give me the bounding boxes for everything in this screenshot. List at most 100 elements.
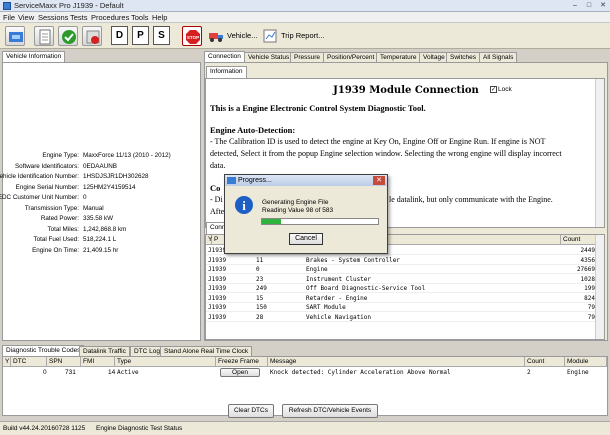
vehicle-field-value: Manual	[83, 204, 104, 212]
para2-fragment: - Di	[210, 195, 223, 204]
lock-label: Lock	[498, 86, 512, 94]
vehicle-button[interactable]: Vehicle...	[207, 27, 257, 45]
stop-button[interactable]: STOP	[182, 26, 202, 46]
module-row[interactable]: J1939 0 Engine 27669	[206, 265, 597, 274]
module-row[interactable]: J1939 11 Brakes - System Controller 4356	[206, 256, 597, 265]
module-row[interactable]: J1939 249 Off Board Diagnostic-Service Too…	[206, 284, 597, 293]
menu-file[interactable]: File	[3, 13, 15, 22]
progress-title-text: Progress...	[238, 177, 272, 184]
module-name: Retarder - Engine	[306, 294, 368, 302]
close-button[interactable]: ✕	[596, 1, 610, 10]
module-name: SART Module	[306, 304, 346, 311]
module-name: Brakes - System Controller	[306, 256, 400, 264]
module-name: Engine	[306, 266, 328, 273]
record-icon	[86, 30, 100, 44]
vehicle-field-row: Engine On Time: 21,409.15 hr	[3, 246, 198, 255]
clear-dtcs-button[interactable]: Clear DTCs	[228, 404, 274, 418]
cancel-button[interactable]: Cancel	[289, 233, 323, 245]
p-button[interactable]: P	[132, 26, 149, 45]
vehicle-field-value: 21,409.15 hr	[83, 246, 119, 254]
trip-report-icon	[263, 29, 277, 43]
trip-report-label: Trip Report...	[281, 31, 325, 40]
vehicle-field-label: Engine On Time:	[32, 246, 79, 254]
progress-bar	[261, 218, 379, 225]
svg-text:i: i	[242, 198, 246, 213]
vehicle-field-label: Software Identificators:	[14, 162, 79, 170]
progress-line1: Generating Engine File	[262, 199, 329, 206]
document-button[interactable]	[34, 26, 54, 46]
module-address: 150	[256, 304, 267, 311]
document-icon	[39, 29, 51, 45]
toolbar: D P S STOP Vehicle... Trip Report...	[0, 23, 610, 49]
progress-close-button[interactable]: ✕	[373, 176, 385, 185]
module-address: 11	[256, 256, 264, 264]
maximize-button[interactable]: □	[582, 1, 596, 10]
dtc-col-type[interactable]: Type	[115, 357, 216, 367]
menu-view[interactable]: View	[18, 13, 34, 22]
dtc-col-module[interactable]: Module	[565, 357, 607, 367]
module-name: Vehicle Navigation	[306, 313, 372, 321]
menu-tests[interactable]: Tests	[70, 13, 88, 22]
vehicle-field-row: Software Identificators: 0EDAAUNB	[3, 162, 198, 171]
info-scrollbar[interactable]	[595, 79, 604, 227]
progress-dialog: Progress... ✕ i Generating Engine File R…	[224, 174, 388, 254]
module-count: 824	[584, 294, 595, 302]
vehicle-field-row: Rated Power: 335.58 kW	[3, 214, 198, 223]
para1-line3: data.	[210, 161, 226, 170]
menu-procedures[interactable]: Procedures	[91, 13, 129, 22]
dtc-col-fmi[interactable]: FMI	[81, 357, 115, 367]
app-icon	[3, 2, 11, 10]
freeze-frame-open-button[interactable]: Open	[220, 368, 260, 377]
check-icon	[62, 30, 76, 44]
check-button[interactable]	[58, 26, 78, 46]
module-row[interactable]: J1939 150 SART Module 79	[206, 303, 597, 312]
module-name: Instrument Cluster	[306, 275, 372, 283]
refresh-dtc-button[interactable]: Refresh DTC/Vehicle Events	[282, 404, 378, 418]
module-row[interactable]: J1939 28 Vehicle Navigation 79	[206, 313, 597, 322]
module-table-scrollbar[interactable]	[595, 235, 604, 339]
module-protocol: J1939	[208, 304, 227, 311]
truck-icon	[209, 33, 223, 42]
test-status: Engine Diagnostic Test Status	[96, 425, 183, 432]
vehicle-field-value: 1HSDJSJR1DH302628	[83, 173, 149, 180]
menu-sessions[interactable]: Sessions	[38, 13, 68, 22]
col-header-count[interactable]: Count	[561, 235, 597, 245]
vehicle-field-label: Total Miles:	[47, 225, 80, 233]
module-row[interactable]: J1939 23 Instrument Cluster 1028	[206, 275, 597, 284]
module-row[interactable]: J1939 15 Retarder - Engine 824	[206, 294, 597, 303]
progress-bar-fill	[262, 219, 282, 224]
vehicle-field-value: 0EDAAUNB	[83, 162, 117, 170]
d-button[interactable]: D	[111, 26, 128, 45]
module-protocol: J1939	[208, 294, 227, 302]
vehicle-field-row: Total Fuel Used: 518,224.1 L	[3, 235, 198, 244]
trip-report-button[interactable]: Trip Report...	[261, 27, 324, 45]
para1-line1: - The Calibration ID is used to detect t…	[210, 137, 546, 146]
record-button[interactable]	[82, 26, 102, 46]
vehicle-info-panel: Engine Type: MaxxForce 11/13 (2010 - 2012…	[0, 62, 201, 341]
vehicle-field-row: Engine Serial Number: 125HM2Y4159514	[3, 183, 198, 192]
dtc-col-dtc[interactable]: DTC	[11, 357, 47, 367]
s-button[interactable]: S	[153, 26, 170, 45]
menu-help[interactable]: Help	[152, 13, 167, 22]
dtc-module: Engine	[567, 369, 589, 376]
dtc-count: 2	[527, 369, 531, 376]
vehicle-field-row: Total Miles: 1,242,868.8 km	[3, 225, 198, 234]
connect-button[interactable]	[5, 26, 25, 46]
dtc-col-freeze-frame[interactable]: Freeze Frame	[216, 357, 268, 367]
vehicle-field-row: Engine Type: MaxxForce 11/13 (2010 - 2012…	[3, 151, 198, 160]
module-protocol: J1939	[208, 266, 227, 273]
dtc-col-message[interactable]: Message	[268, 357, 525, 367]
dtc-col-y[interactable]: Y	[3, 357, 11, 367]
minimize-button[interactable]: –	[568, 1, 582, 10]
progress-line2: Reading Value 98 of 583	[262, 207, 334, 214]
dtc-code: 0	[43, 369, 47, 376]
dtc-col-count[interactable]: Count	[525, 357, 565, 367]
para1-line2: detected, Select it from the popup Engin…	[210, 149, 562, 158]
vehicle-field-value: 0	[83, 194, 87, 201]
tab-information[interactable]: Information	[206, 66, 247, 78]
menu-tools[interactable]: Tools	[131, 13, 149, 22]
dtc-col-spn[interactable]: SPN	[47, 357, 81, 367]
vehicle-field-label: Vehicle Identification Number:	[0, 173, 79, 180]
lock-checkbox[interactable]: ✓ Lock	[490, 86, 512, 93]
module-name: Off Board Diagnostic-Service Tool	[306, 285, 426, 292]
